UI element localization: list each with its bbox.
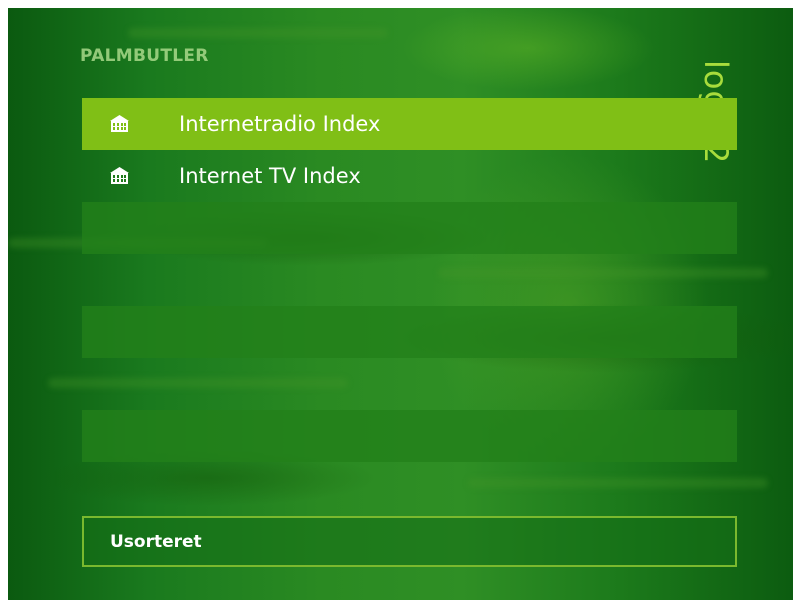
- background-streak: [128, 28, 388, 38]
- menu-item-empty-4[interactable]: [82, 254, 737, 306]
- usorteret-button[interactable]: Usorteret: [82, 516, 737, 567]
- menu-item-label: Internet TV Index: [179, 164, 361, 188]
- menu-list: Internetradio Index Internet TV Index: [82, 98, 737, 514]
- menu-item-empty-8[interactable]: [82, 462, 737, 514]
- building-icon: [109, 166, 130, 185]
- menu-item-empty-6[interactable]: [82, 358, 737, 410]
- palmbutler-logo: PALMBUTLER: [80, 46, 209, 66]
- menu-item-label: Internetradio Index: [179, 112, 381, 136]
- menu-item-internet-tv-index[interactable]: Internet TV Index: [82, 150, 737, 202]
- menu-item-empty-3[interactable]: [82, 202, 737, 254]
- menu-item-empty-7[interactable]: [82, 410, 737, 462]
- tv-screen: PALMBUTLER login2 Internetradio Index: [8, 8, 793, 600]
- menu-item-empty-5[interactable]: [82, 306, 737, 358]
- menu-item-internetradio-index[interactable]: Internetradio Index: [82, 98, 737, 150]
- footer-label: Usorteret: [110, 532, 202, 552]
- building-icon: [109, 114, 130, 133]
